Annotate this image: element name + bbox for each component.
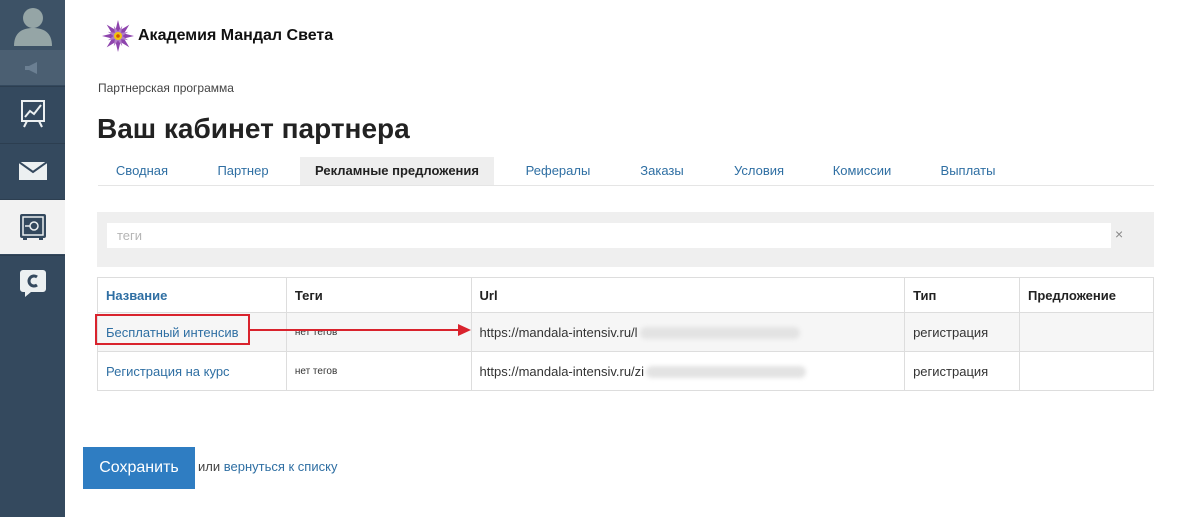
- offer-offer-cell: [1019, 312, 1154, 352]
- back-to-list-link[interactable]: вернуться к списку: [224, 459, 338, 474]
- tab-ad-offers[interactable]: Рекламные предложения: [300, 157, 494, 185]
- clear-filter-icon[interactable]: ×: [1115, 226, 1123, 242]
- tab-referrals[interactable]: Рефералы: [506, 157, 610, 185]
- envelope-icon: [18, 162, 47, 180]
- sidebar-collapse-toggle[interactable]: [0, 50, 65, 85]
- brand-name: Академия Мандал Света: [138, 27, 334, 44]
- user-avatar[interactable]: [0, 0, 65, 50]
- footer-or-text: или вернуться к списку: [198, 459, 337, 474]
- sidebar-item-chat[interactable]: [0, 255, 65, 310]
- tab-orders[interactable]: Заказы: [620, 157, 704, 185]
- tab-commissions[interactable]: Комиссии: [814, 157, 910, 185]
- offer-name-link[interactable]: Регистрация на курс: [106, 364, 230, 379]
- redacted-url-part: [646, 366, 807, 379]
- annotation-highlight-box: [95, 314, 250, 345]
- save-button[interactable]: Сохранить: [83, 447, 195, 489]
- chat-c-icon: [19, 270, 46, 297]
- or-label: или: [198, 459, 221, 474]
- sidebar-item-partner[interactable]: [0, 199, 65, 254]
- tags-search-input[interactable]: [107, 223, 1111, 248]
- tab-conditions[interactable]: Условия: [716, 157, 802, 185]
- safe-icon: [19, 214, 46, 240]
- brand-logo[interactable]: Академия Мандал Света: [100, 18, 333, 54]
- tab-summary[interactable]: Сводная: [98, 157, 186, 185]
- tab-bar: Сводная Партнер Рекламные предложения Ре…: [98, 157, 1154, 186]
- column-header-type: Тип: [904, 277, 1021, 313]
- column-header-name[interactable]: Название: [97, 277, 287, 313]
- annotation-arrow-icon: [250, 324, 471, 336]
- breadcrumb[interactable]: Партнерская программа: [98, 81, 234, 95]
- redacted-url-part: [639, 327, 800, 340]
- offer-url-cell[interactable]: https://mandala-intensiv.ru/l: [470, 312, 906, 352]
- column-header-offer: Предложение: [1019, 277, 1154, 313]
- sidebar-item-stats[interactable]: [0, 86, 65, 141]
- megaphone-icon: [24, 61, 37, 74]
- chart-board-icon: [20, 100, 45, 128]
- offer-type-cell: регистрация: [904, 312, 1021, 352]
- table-header-row: Название Теги Url Тип Предложение: [97, 277, 1154, 313]
- column-header-url: Url: [470, 277, 906, 313]
- sidebar: [0, 0, 65, 517]
- offer-offer-cell: [1019, 351, 1154, 391]
- sidebar-item-mail[interactable]: [0, 143, 65, 198]
- tab-payouts[interactable]: Выплаты: [922, 157, 1014, 185]
- tab-partner[interactable]: Партнер: [198, 157, 288, 185]
- tag-filter-panel: ×: [97, 212, 1154, 267]
- offer-url-cell[interactable]: https://mandala-intensiv.ru/zi: [470, 351, 906, 391]
- offer-url-text: https://mandala-intensiv.ru/zi: [479, 363, 645, 379]
- offer-name-cell: Регистрация на курс: [97, 351, 287, 391]
- page-title: Ваш кабинет партнера: [97, 113, 410, 144]
- mandala-logo-icon: [102, 20, 134, 52]
- table-row: Регистрация на курс нет тегов https://ma…: [97, 351, 1154, 391]
- offer-url-text: https://mandala-intensiv.ru/l: [479, 324, 638, 340]
- offer-type-cell: регистрация: [904, 351, 1021, 391]
- offer-tags-cell: нет тегов: [285, 351, 472, 391]
- user-icon: [13, 8, 52, 46]
- column-header-tags: Теги: [285, 277, 472, 313]
